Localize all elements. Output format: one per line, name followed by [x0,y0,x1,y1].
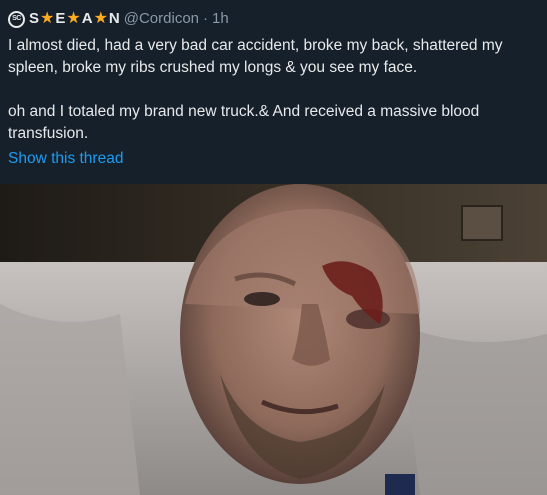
photo-illustration [0,184,547,495]
name-letter: N [108,10,120,27]
name-letter: A [81,10,93,27]
timestamp[interactable]: 1h [212,8,229,30]
tweet-header: SC S ★ E ★ A ★ N @Cordicon · 1h [8,8,229,30]
star-icon: ★ [66,10,81,27]
tweet-text: I almost died, had a very bad car accide… [8,35,538,145]
tweet-photo[interactable] [0,184,547,495]
account-logo-icon[interactable]: SC [8,10,25,28]
left-eye [244,292,280,306]
star-icon: ★ [40,10,55,27]
name-letter: E [55,10,66,27]
separator-dot: · [203,10,209,27]
user-handle[interactable]: @Cordicon [124,8,199,30]
pillow-fold-right [400,324,547,495]
display-name[interactable]: S ★ E ★ A ★ N [29,8,120,30]
name-letter: S [29,10,40,27]
star-icon: ★ [93,10,108,27]
tweet: SC S ★ E ★ A ★ N @Cordicon · 1h I almost… [0,0,547,495]
tweet-paragraph: I almost died, had a very bad car accide… [8,37,503,76]
show-thread-link[interactable]: Show this thread [8,148,123,170]
pillow-fold-left [0,304,140,495]
shirt-edge [385,474,415,495]
wall-outlet [461,205,503,241]
tweet-paragraph: oh and I totaled my brand new truck.& An… [8,103,480,142]
